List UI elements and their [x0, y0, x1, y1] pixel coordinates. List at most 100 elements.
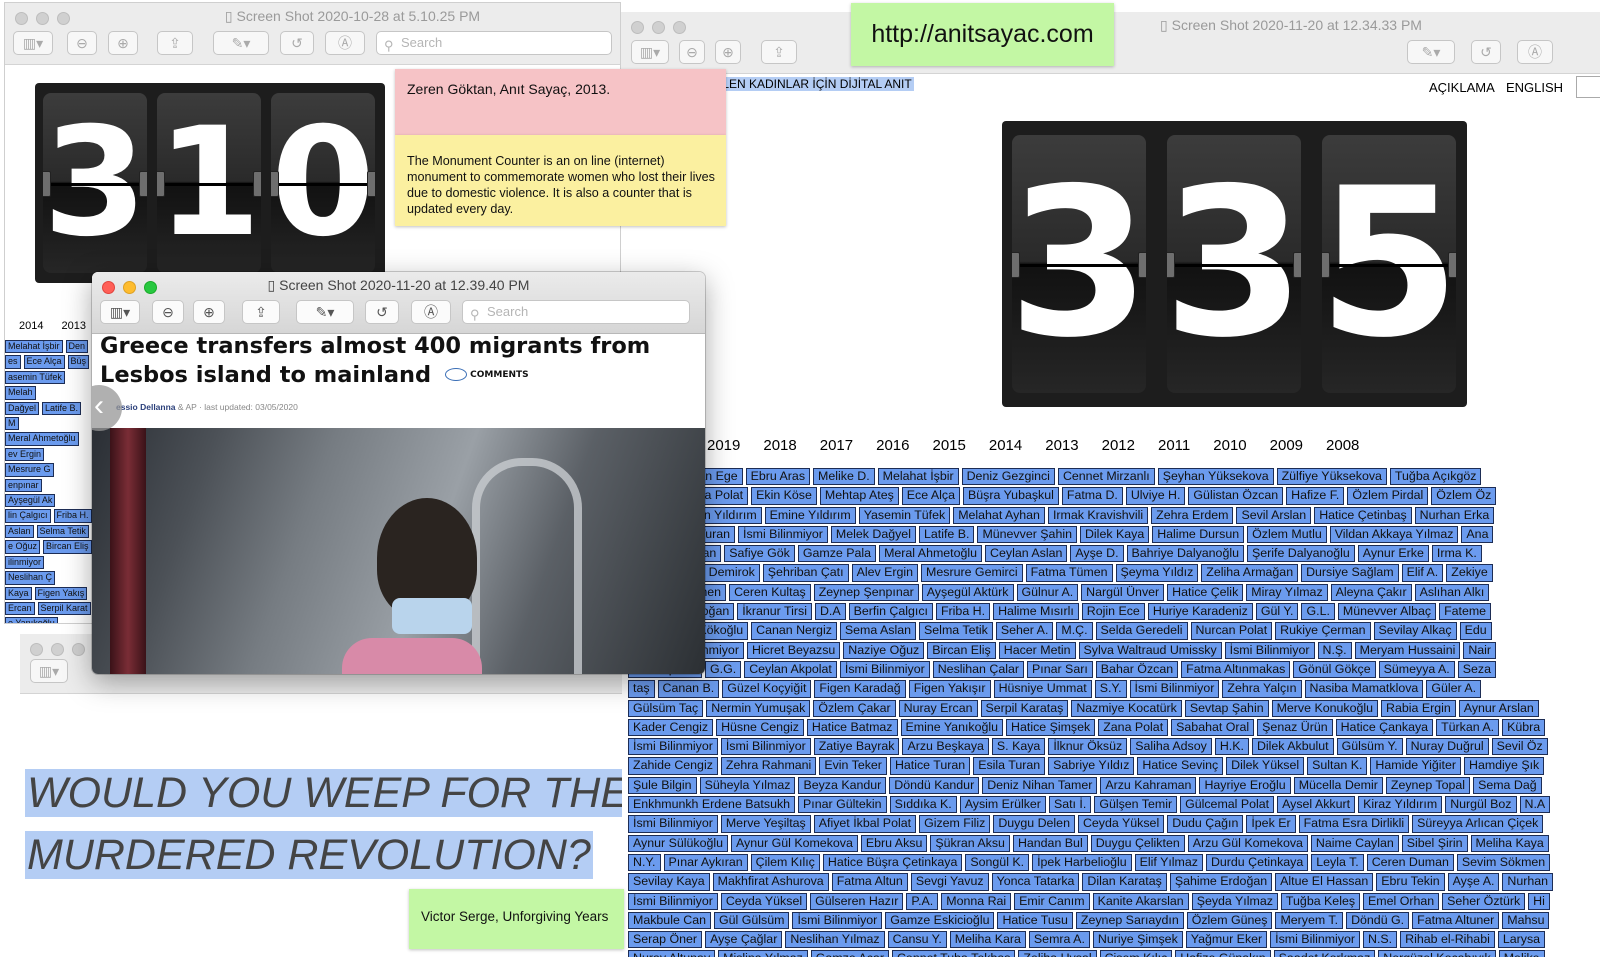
victim-name[interactable]: Melahat İşbir — [877, 468, 959, 486]
victim-name[interactable]: Serap Öner — [628, 931, 703, 949]
victim-name[interactable]: Ayşe D. — [1070, 545, 1124, 563]
zoom-button[interactable] — [72, 643, 85, 656]
victim-name[interactable]: Zehra Rahmani — [720, 757, 817, 775]
victim-name[interactable]: Şule Bilgin — [628, 776, 697, 795]
victim-name[interactable]: Handan Bul — [1012, 834, 1088, 852]
victim-name[interactable]: Rabia Ergin — [1381, 699, 1456, 717]
zoom-in-button[interactable]: ⊕ — [715, 40, 741, 64]
victim-name[interactable]: Rojin Ece — [1081, 603, 1145, 621]
victim-name[interactable]: Gül Y. — [1255, 603, 1299, 621]
victim-name[interactable]: İlknur Öksüz — [1048, 738, 1128, 756]
markup-button[interactable]: ✎▾ — [296, 300, 354, 324]
victim-name[interactable]: İsmi Bilinmiyor — [628, 815, 718, 833]
victim-name[interactable]: Saadet Korkmaz — [1273, 950, 1376, 957]
victim-name[interactable]: Den — [65, 340, 89, 354]
year-link[interactable]: 2018 — [763, 437, 796, 454]
victim-name[interactable]: Nuray Duğrul — [1405, 738, 1489, 756]
victim-name[interactable]: Ece Alça — [901, 487, 961, 505]
year-link[interactable]: 2009 — [1270, 437, 1303, 454]
victim-name[interactable]: Ebru Aksu — [860, 834, 928, 852]
victim-name[interactable]: Serpil Karataş — [980, 699, 1069, 717]
victim-name[interactable]: enpınar — [5, 478, 42, 493]
victim-name[interactable]: Ercan — [5, 601, 35, 616]
victim-name[interactable]: Emine Yıldırım — [764, 506, 856, 524]
victim-name[interactable]: Sevilay Alkaç — [1373, 622, 1457, 640]
victim-name[interactable]: Dursiye Sağlam — [1301, 564, 1399, 582]
victim-name[interactable]: Dudu Çağın — [1167, 815, 1244, 833]
victim-name[interactable]: İsmi Bilinmiyor — [738, 525, 828, 544]
victim-name[interactable]: Şükran Aksu — [930, 834, 1010, 852]
victim-name[interactable]: Naime Caylan — [1310, 834, 1399, 852]
victim-name[interactable]: Neslihan Çalar — [932, 660, 1024, 679]
victim-name[interactable]: Aynur Sülükoğlu — [628, 834, 729, 852]
annotate-button[interactable]: Ⓐ — [1517, 40, 1553, 64]
share-button[interactable]: ⇪ — [761, 40, 797, 64]
nav-english-link[interactable]: ENGLISH — [1506, 80, 1563, 95]
victim-name[interactable]: Figen Yakışır — [908, 680, 991, 698]
minimize-button[interactable] — [51, 643, 64, 656]
victim-name[interactable]: Güzel Koçyiğit — [722, 680, 812, 698]
victim-name[interactable]: Hüsniye Ummat — [993, 680, 1092, 698]
victim-name[interactable]: Tuğba Açıkgöz — [1389, 468, 1482, 486]
victim-name[interactable]: Sevtap Şahin — [1184, 699, 1269, 717]
victim-name[interactable]: Larysa — [1497, 931, 1546, 949]
victim-name[interactable]: Ayşegül Aktürk — [921, 583, 1014, 602]
victim-name[interactable]: Gülseren Hazır — [810, 892, 904, 910]
rotate-button[interactable]: ↺ — [365, 300, 399, 324]
victim-name[interactable]: İsmi Bilinmiyor — [1129, 680, 1220, 698]
search-input[interactable]: ⚲ Search — [462, 300, 690, 324]
zoom-button[interactable] — [673, 21, 686, 34]
victim-name[interactable]: Zeliha Armağan — [1201, 564, 1299, 582]
victim-name[interactable]: Neslihan Yılmaz — [785, 931, 885, 949]
victim-name[interactable]: Gamze Pala — [797, 545, 877, 563]
year-link[interactable]: 2013 — [61, 320, 85, 332]
zoom-button[interactable] — [57, 12, 70, 25]
victim-name[interactable]: Zülfiye Yüksekova — [1276, 468, 1387, 486]
victim-name[interactable]: Zeynep Topal — [1385, 776, 1471, 795]
victim-name[interactable]: Ebru Aras — [745, 468, 811, 486]
victim-name[interactable]: Çilem Kılıç — [750, 853, 820, 872]
year-link[interactable]: 2017 — [820, 437, 853, 454]
victim-name[interactable]: Irmak Kravishvili — [1047, 506, 1149, 524]
victim-name[interactable]: Sabriye Yıldız — [1048, 757, 1135, 775]
victim-name[interactable]: Hatice Şimşek — [1006, 718, 1096, 737]
victim-name[interactable]: Yonca Tatarka — [991, 873, 1080, 891]
victim-name[interactable]: Çisem Kılıç — [1099, 950, 1173, 957]
victim-name[interactable]: Türkan A. — [1436, 718, 1500, 737]
victim-name[interactable]: Sevil Öz — [1491, 738, 1548, 756]
victim-name[interactable]: Meryam Hussaini — [1354, 641, 1461, 659]
victim-name[interactable]: Friba H. — [935, 603, 991, 621]
victim-name[interactable]: Ayşe Çağlar — [705, 931, 783, 949]
victim-name[interactable]: Münevver Albaç — [1337, 603, 1437, 621]
victim-name[interactable]: Sıddıka K. — [889, 796, 957, 814]
victim-name[interactable]: Sema Dağ — [1473, 776, 1542, 795]
victim-name[interactable]: Güler A. — [1426, 680, 1482, 698]
annotate-button[interactable]: Ⓐ — [411, 300, 451, 324]
victim-name[interactable]: Zahide Cengiz — [628, 757, 718, 775]
victim-name[interactable]: Makhfirat Ashurova — [712, 873, 829, 891]
victim-name[interactable]: Kaya — [5, 586, 32, 600]
victim-name[interactable]: Hafize Günakın — [1175, 950, 1271, 957]
rotate-button[interactable]: ↺ — [1471, 40, 1501, 64]
victim-name[interactable]: Figen Karadağ — [814, 680, 906, 698]
victim-name[interactable]: Bahriye Dalyanoğlu — [1126, 545, 1244, 563]
victim-name[interactable]: Ece Alça — [23, 355, 65, 369]
victim-name[interactable]: Monna Rai — [941, 892, 1012, 910]
victim-name[interactable]: Aslan — [5, 524, 34, 539]
victim-name[interactable]: Mislina Yılmaz — [718, 950, 808, 957]
victim-name[interactable]: Cennet Mirzanlı — [1057, 468, 1155, 486]
victim-name[interactable]: Hicret Beyazsu — [746, 641, 841, 659]
close-button[interactable] — [15, 12, 28, 25]
victim-name[interactable]: Hatice Çetinbaş — [1314, 506, 1412, 524]
victim-name[interactable]: Seher A. — [995, 622, 1054, 640]
year-link[interactable]: 2016 — [876, 437, 909, 454]
victim-name[interactable]: Dağyel — [5, 401, 40, 416]
victim-name[interactable]: Hatice Çelik — [1167, 583, 1244, 602]
victim-name[interactable]: Tuğba Keleş — [1280, 892, 1361, 910]
victim-name[interactable]: Nazmiye Kocatürk — [1071, 699, 1182, 717]
rotate-button[interactable]: ↺ — [280, 31, 314, 55]
victim-name[interactable]: Seher Öztürk — [1442, 892, 1526, 910]
victim-name[interactable]: Sevilay Kaya — [628, 873, 710, 891]
victim-name[interactable]: İsmi Bilinmiyor — [839, 660, 930, 679]
victim-name[interactable]: Canan B. — [657, 680, 720, 698]
